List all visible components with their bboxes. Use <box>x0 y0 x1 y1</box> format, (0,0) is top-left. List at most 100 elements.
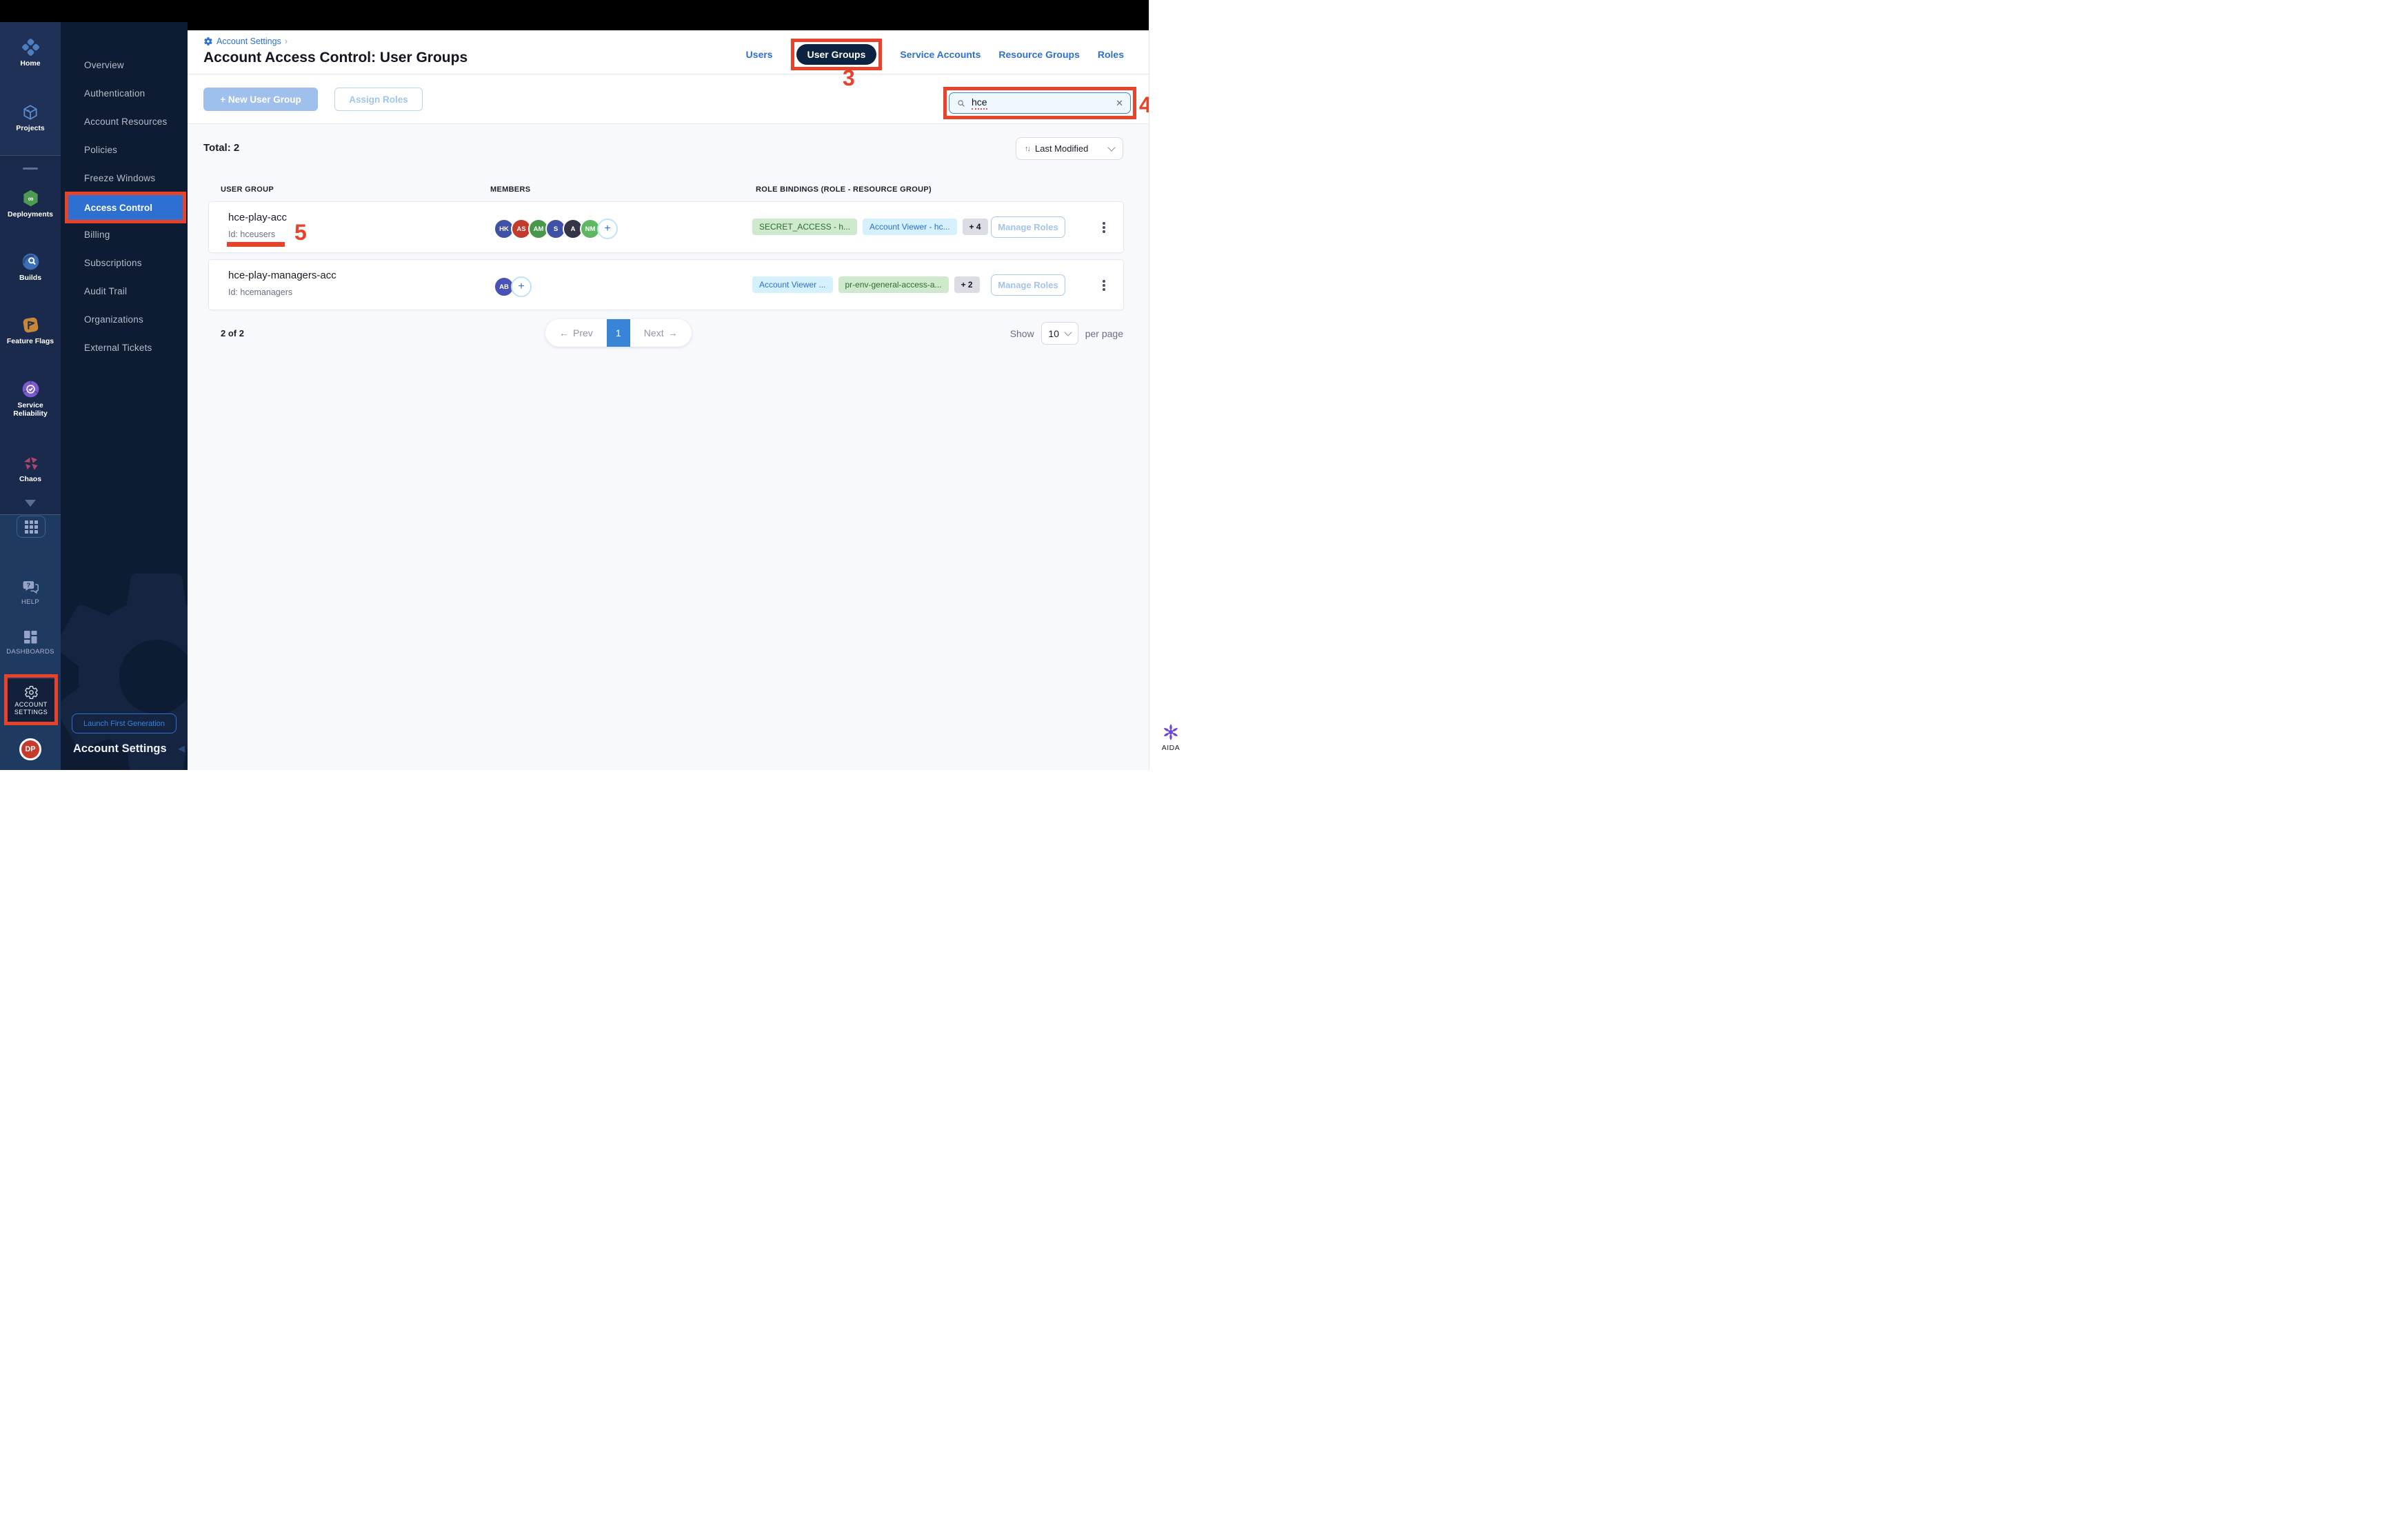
nav-service-reliability[interactable]: Service Reliability <box>0 380 61 418</box>
menu-item-account-resources[interactable]: Account Resources <box>61 111 188 132</box>
annotation-underline-5 <box>227 242 285 247</box>
menu-item-overview[interactable]: Overview <box>61 54 188 75</box>
screen: Home Projects ∞ Deployments Builds Featu… <box>0 0 1192 770</box>
role-binding-pill: pr-env-general-access-a... <box>838 276 949 293</box>
menu-item-subscriptions[interactable]: Subscriptions <box>61 252 188 273</box>
role-bindings: Account Viewer ... pr-env-general-access… <box>752 276 980 293</box>
nav-builds[interactable]: Builds <box>0 252 61 282</box>
menu-item-policies[interactable]: Policies <box>61 139 188 160</box>
harness-logo-icon <box>21 39 39 56</box>
add-member-button[interactable]: + <box>511 276 532 297</box>
chevron-down-icon <box>1107 143 1116 152</box>
feature-flags-icon <box>23 317 38 333</box>
tab-bar: Users User Groups Service Accounts Resou… <box>746 39 1124 70</box>
annotation-box-1 <box>4 674 58 725</box>
menu-item-billing[interactable]: Billing <box>61 224 188 245</box>
tab-resource-groups[interactable]: Resource Groups <box>998 49 1079 60</box>
search-input[interactable]: hce ✕ <box>949 92 1131 114</box>
row-menu-button[interactable] <box>1097 219 1111 236</box>
aida-label: AIDA <box>1161 744 1180 752</box>
annotation-number-3: 3 <box>843 65 855 90</box>
role-binding-pill: Account Viewer - hc... <box>863 219 957 235</box>
page-title: Account Access Control: User Groups <box>203 50 468 65</box>
new-user-group-button[interactable]: + New User Group <box>203 88 318 111</box>
clear-search-icon[interactable]: ✕ <box>1116 98 1123 109</box>
breadcrumb-account-settings[interactable]: Account Settings <box>217 37 281 46</box>
tab-service-accounts[interactable]: Service Accounts <box>900 49 981 60</box>
manage-roles-button[interactable]: Manage Roles <box>991 274 1065 296</box>
search-value: hce <box>972 97 987 110</box>
left-sidebar: Home Projects ∞ Deployments Builds Featu… <box>0 22 61 770</box>
user-group-name[interactable]: hce-play-acc <box>228 212 287 223</box>
nav-help[interactable]: ? HELP <box>0 578 61 607</box>
add-member-button[interactable]: + <box>597 219 618 239</box>
menu-item-audit-trail[interactable]: Audit Trail <box>61 281 188 301</box>
per-page-label: per page <box>1085 327 1123 339</box>
grid-icon <box>24 520 38 534</box>
more-bindings-badge[interactable]: + 4 <box>962 219 988 235</box>
tab-user-groups[interactable]: User Groups <box>796 44 877 65</box>
members-avatars: HK AS AM S A NM + <box>494 219 618 239</box>
collapse-sidebar-icon[interactable]: ◀ <box>178 743 185 754</box>
arrow-right-icon: → <box>667 327 678 338</box>
annotation-box-2: Access Control <box>65 192 186 223</box>
builds-icon <box>22 253 39 270</box>
table-row[interactable]: hce-play-acc Id: hceusers 5 HK AS AM S A… <box>208 201 1124 253</box>
svg-text:∞: ∞ <box>28 195 33 203</box>
menu-item-authentication[interactable]: Authentication <box>61 83 188 103</box>
nav-chaos[interactable]: Chaos <box>0 454 61 483</box>
cube-icon <box>23 105 37 120</box>
tab-users[interactable]: Users <box>746 49 773 60</box>
search-icon <box>958 99 965 107</box>
sort-dropdown[interactable]: ↑↓ Last Modified <box>1016 137 1123 160</box>
more-bindings-badge[interactable]: + 2 <box>954 276 980 293</box>
gear-watermark <box>61 573 188 770</box>
nav-dashboards[interactable]: DASHBOARDS <box>0 629 61 656</box>
table-row[interactable]: hce-play-managers-acc Id: hcemanagers AB… <box>208 259 1124 310</box>
arrow-left-icon: ← <box>559 327 569 338</box>
current-page-button[interactable]: 1 <box>606 319 630 347</box>
deployments-icon: ∞ <box>23 190 38 207</box>
gear-icon <box>204 37 212 45</box>
column-header-role-bindings: ROLE BINDINGS (ROLE - RESOURCE GROUP) <box>756 185 932 194</box>
menu-item-external-tickets[interactable]: External Tickets <box>61 337 188 358</box>
prev-page-button[interactable]: ← Prev <box>545 319 607 347</box>
per-page-select[interactable]: 10 <box>1040 322 1078 345</box>
user-group-id: Id: hcemanagers <box>228 287 293 297</box>
assign-roles-button[interactable]: Assign Roles <box>334 88 423 111</box>
module-selector-button[interactable] <box>17 516 46 538</box>
manage-roles-button[interactable]: Manage Roles <box>991 216 1065 238</box>
row-menu-button[interactable] <box>1097 277 1111 294</box>
annotation-number-5: 5 <box>294 220 307 245</box>
role-bindings: SECRET_ACCESS - h... Account Viewer - hc… <box>752 219 988 235</box>
chevron-down-icon <box>1064 328 1072 336</box>
launch-first-generation-button[interactable]: Launch First Generation <box>72 713 177 733</box>
chevron-down-icon[interactable] <box>25 500 36 507</box>
settings-sidebar: Overview Authentication Account Resource… <box>61 22 188 770</box>
main-content: Account Settings › Account Access Contro… <box>188 30 1149 770</box>
tab-roles[interactable]: Roles <box>1098 49 1124 60</box>
column-header-members: MEMBERS <box>490 185 531 194</box>
breadcrumb: Account Settings › <box>203 37 288 46</box>
svg-text:?: ? <box>26 582 30 589</box>
aida-button[interactable]: AIDA <box>1149 722 1192 752</box>
annotation-box-3: User Groups <box>790 39 883 70</box>
role-binding-pill: Account Viewer ... <box>752 276 833 293</box>
nav-deployments[interactable]: ∞ Deployments <box>0 189 61 219</box>
user-group-name[interactable]: hce-play-managers-acc <box>228 270 336 281</box>
nav-projects[interactable]: Projects <box>0 103 61 132</box>
nav-home[interactable]: Home <box>0 38 61 68</box>
menu-item-access-control[interactable]: Access Control <box>68 195 183 220</box>
menu-item-organizations[interactable]: Organizations <box>61 309 188 330</box>
sidebar-dash <box>23 168 38 170</box>
next-page-button[interactable]: Next → <box>630 319 692 347</box>
user-group-id: Id: hceusers <box>228 230 276 239</box>
user-avatar[interactable]: DP <box>19 738 41 760</box>
breadcrumb-separator: › <box>284 37 288 46</box>
browser-chrome-bar <box>0 0 1149 22</box>
sort-label: Last Modified <box>1035 143 1089 154</box>
aida-flower-icon <box>1163 724 1178 740</box>
menu-item-freeze-windows[interactable]: Freeze Windows <box>61 168 188 188</box>
nav-feature-flags[interactable]: Feature Flags <box>0 316 61 345</box>
page-header: Account Settings › Account Access Contro… <box>188 30 1149 74</box>
